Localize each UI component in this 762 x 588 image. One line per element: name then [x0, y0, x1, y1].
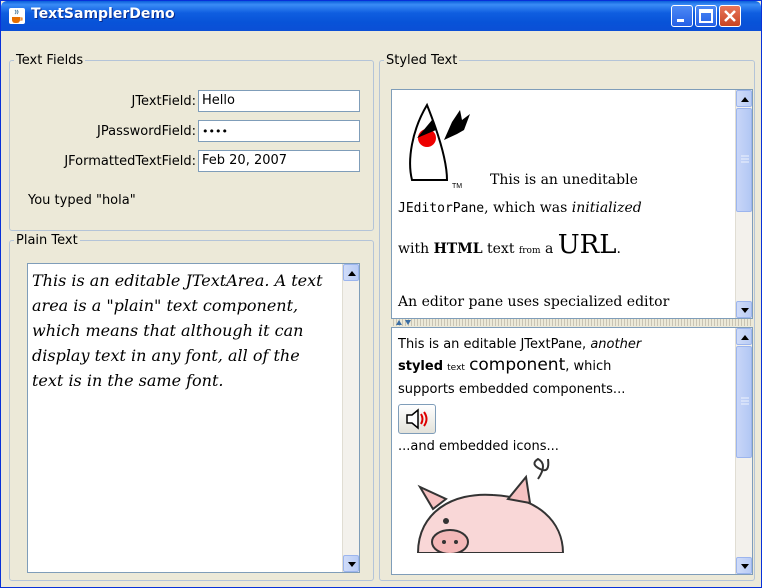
- title-bar[interactable]: TextSamplerDemo: [1, 1, 761, 31]
- pane-line4: ...and embedded icons...: [398, 439, 559, 454]
- arrow-down-icon: [741, 564, 749, 569]
- plain-text-scrollpane: This is an editable JTextArea. A text ar…: [27, 263, 360, 573]
- minimize-icon: [677, 19, 684, 22]
- scroll-down-button[interactable]: [736, 557, 752, 574]
- editor-text-c: text: [482, 241, 519, 257]
- pig-icon: [398, 457, 573, 555]
- speaker-icon: [406, 408, 428, 430]
- editor-big: URL: [557, 230, 617, 260]
- pane-text-a: This is an editable JTextPane,: [398, 337, 591, 352]
- plain-text-scrollbar[interactable]: [342, 264, 359, 572]
- editor-small: from: [518, 246, 541, 256]
- styled-text-legend: Styled Text: [386, 53, 458, 68]
- text-fields-legend: Text Fields: [16, 53, 84, 68]
- minimize-button[interactable]: [671, 5, 693, 27]
- editor-code: JEditorPane: [398, 201, 485, 216]
- pane-line1: This is an editable JTextPane, another: [398, 334, 728, 355]
- scroll-thumb[interactable]: [736, 108, 752, 212]
- scroll-thumb[interactable]: [736, 346, 752, 458]
- divider-arrows-icon: [396, 320, 411, 325]
- arrow-up-icon: [348, 271, 356, 276]
- scroll-up-button[interactable]: [736, 90, 752, 107]
- editor-text-a: , which was: [484, 200, 572, 216]
- editor-line3: with HTML text from a URL.: [398, 230, 621, 260]
- scroll-up-button[interactable]: [736, 328, 752, 345]
- text-pane[interactable]: This is an editable JTextPane, another s…: [398, 334, 728, 560]
- arrow-up-icon: [741, 335, 749, 340]
- editor-line4: An editor pane uses specialized editor: [398, 294, 670, 310]
- java-cup-icon: [9, 8, 25, 24]
- scroll-up-button[interactable]: [343, 264, 359, 281]
- scroll-down-button[interactable]: [343, 555, 359, 572]
- grip-icon: [741, 155, 749, 163]
- grip-icon: [741, 397, 749, 405]
- arrow-up-icon: [741, 97, 749, 102]
- jformattedtextfield-input[interactable]: Feb 20, 2007: [198, 150, 360, 172]
- svg-text:TM: TM: [452, 183, 462, 190]
- duke-mascot-icon: TM: [409, 102, 470, 190]
- typed-status-label: You typed "hola": [28, 193, 136, 208]
- pane-bold: styled: [398, 359, 444, 374]
- close-button[interactable]: [719, 5, 741, 27]
- scroll-down-button[interactable]: [736, 301, 752, 318]
- editor-bold: HTML: [433, 241, 483, 257]
- editor-pane-scrollpane: TM This is an uneditable JEditorPane, wh…: [391, 89, 753, 319]
- jformattedtextfield-label: JFormattedTextField:: [64, 154, 196, 169]
- maximize-icon: [699, 9, 713, 23]
- pane-small: text: [447, 363, 465, 373]
- text-pane-scrollbar[interactable]: [735, 328, 752, 574]
- jtextfield-input[interactable]: Hello: [198, 90, 360, 112]
- plain-text-area[interactable]: This is an editable JTextArea. A text ar…: [32, 268, 332, 393]
- plain-text-legend: Plain Text: [16, 233, 78, 248]
- sound-button[interactable]: [398, 404, 436, 434]
- editor-em: initialized: [571, 200, 642, 216]
- arrow-down-icon: [348, 562, 356, 567]
- jtextfield-label: JTextField:: [131, 94, 196, 109]
- jpasswordfield-label: JPasswordField:: [97, 124, 196, 139]
- editor-text-b: with: [398, 241, 434, 257]
- editor-line1: This is an uneditable: [490, 172, 638, 188]
- maximize-button[interactable]: [695, 5, 717, 27]
- close-icon: [724, 10, 736, 22]
- pane-big: component: [469, 355, 566, 375]
- jpasswordfield-input[interactable]: ••••: [198, 120, 360, 142]
- arrow-down-icon: [741, 308, 749, 313]
- editor-text-e: .: [616, 241, 621, 257]
- pane-text-b: , which: [565, 359, 612, 374]
- pane-line2: styled text component, which: [398, 355, 728, 379]
- editor-pane-scrollbar[interactable]: [735, 90, 752, 318]
- pane-line3: supports embedded components...: [398, 382, 626, 397]
- window-title: TextSamplerDemo: [31, 6, 175, 22]
- text-pane-scrollpane: This is an editable JTextPane, another s…: [391, 327, 753, 575]
- editor-line2: JEditorPane, which was initialized: [398, 200, 642, 216]
- split-pane-divider[interactable]: [391, 319, 753, 326]
- app-window: TextSamplerDemo Text Fields JTextField: …: [0, 0, 762, 588]
- editor-text-d: a: [540, 241, 558, 257]
- pane-italic: another: [590, 337, 642, 352]
